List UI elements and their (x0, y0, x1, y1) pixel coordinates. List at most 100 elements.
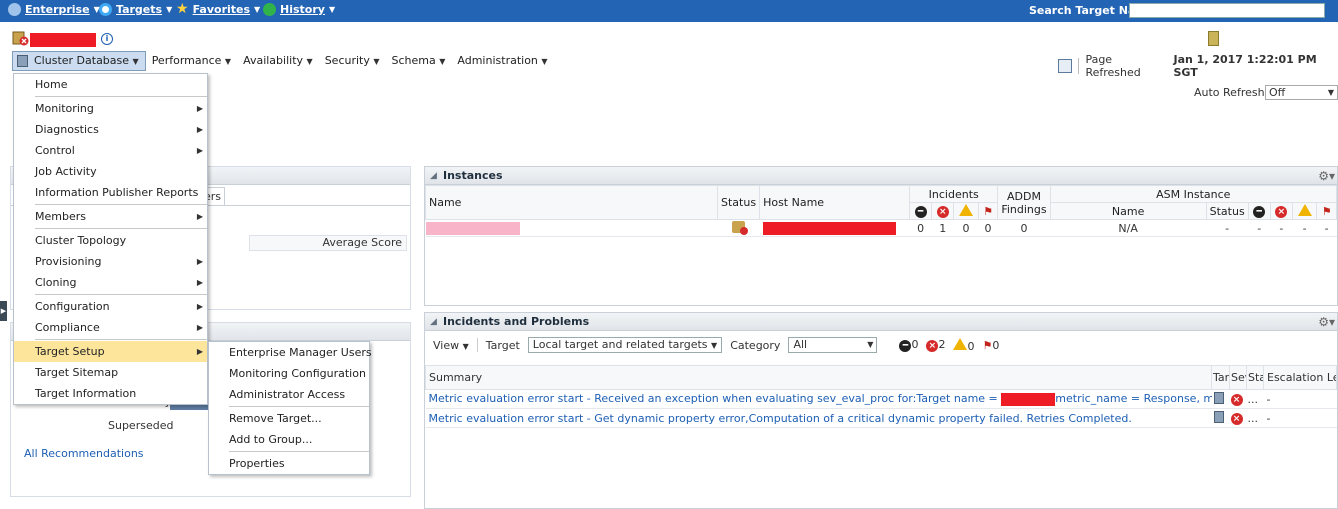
col-escalation-level[interactable]: Escalation Leve (1263, 365, 1337, 390)
chevron-down-icon: ▼ (541, 57, 548, 66)
col-inc-escalated[interactable]: ⚑ (977, 202, 999, 220)
warning-count[interactable]: 0 (953, 337, 974, 353)
menu-item-home[interactable]: Home (14, 74, 207, 95)
menu-cluster-database-label: Cluster Database (34, 54, 130, 67)
menu-item-target-information[interactable]: Target Information (14, 383, 207, 404)
summary-cell[interactable]: Metric evaluation error start - Get dyna… (425, 408, 1212, 428)
menu-item-members[interactable]: Members (14, 206, 207, 227)
col-asm-name[interactable]: Name (1049, 202, 1207, 220)
menu-item-job-activity[interactable]: Job Activity (14, 161, 207, 182)
divider (476, 338, 478, 352)
col-status[interactable]: Status (716, 185, 761, 220)
inc-critical-value[interactable]: 1 (931, 219, 954, 237)
category-filter-value: All (793, 338, 808, 351)
menu-item-information-publisher-reports[interactable]: Information Publisher Reports (14, 182, 207, 203)
col-asm-critical[interactable]: × (1269, 202, 1293, 220)
refresh-icon[interactable] (1058, 59, 1073, 73)
search-target-input[interactable] (1129, 3, 1325, 18)
col-asm-escalated[interactable]: ⚑ (1316, 202, 1337, 220)
collapse-triangle-icon[interactable]: ◢ (430, 167, 437, 185)
expand-left-arrow-icon[interactable]: ▶ (0, 301, 7, 321)
host-name-cell[interactable] (759, 219, 910, 237)
col-addm-findings[interactable]: ADDM Findings (997, 185, 1051, 220)
divider (35, 228, 207, 229)
instances-panel: ◢ Instances ⚙▾ Name Status Host Name Inc… (424, 166, 1338, 306)
view-menu[interactable]: View ▼ (433, 339, 469, 352)
col-asm-warning[interactable] (1291, 202, 1318, 220)
favorites-menu[interactable]: ★ Favorites ▼ (176, 1, 260, 17)
col-inc-critical[interactable]: × (931, 202, 955, 220)
menu-item-properties[interactable]: Properties (209, 453, 369, 474)
table-row[interactable]: Metric evaluation error start - Get dyna… (425, 408, 1337, 428)
info-icon[interactable]: i (101, 33, 113, 45)
auto-refresh-label: Auto Refresh (1194, 86, 1265, 99)
critical-count[interactable]: × 2 (926, 338, 945, 352)
menu-item-remove-target[interactable]: Remove Target... (209, 408, 369, 429)
menu-item-administrator-access[interactable]: Administrator Access (209, 384, 369, 405)
menu-item-configuration[interactable]: Configuration (14, 296, 207, 317)
fatal-count[interactable]: ━ 0 (899, 338, 918, 352)
menu-item-cloning[interactable]: Cloning (14, 272, 207, 293)
menu-item-monitoring[interactable]: Monitoring (14, 98, 207, 119)
menu-item-enterprise-manager-users[interactable]: Enterprise Manager Users (209, 342, 372, 363)
target-setup-submenu: Enterprise Manager Users Monitoring Conf… (208, 341, 372, 475)
menu-item-add-to-group[interactable]: Add to Group... (209, 429, 369, 450)
target-filter-value: Local target and related targets (532, 338, 708, 351)
menu-item-provisioning[interactable]: Provisioning (14, 251, 207, 272)
gear-icon[interactable]: ⚙▾ (1318, 313, 1335, 331)
col-inc-warning[interactable] (953, 202, 979, 220)
col-name[interactable]: Name (425, 185, 718, 220)
targets-menu[interactable]: Targets ▼ (99, 3, 172, 16)
menu-item-monitoring-configuration[interactable]: Monitoring Configuration (209, 363, 369, 384)
chevron-down-icon: ▼ (306, 57, 313, 66)
col-host-name[interactable]: Host Name (759, 185, 911, 220)
star-icon: ★ (176, 1, 189, 17)
col-status[interactable]: Sta (1246, 365, 1264, 390)
warning-icon (1297, 203, 1312, 216)
history-label: History (280, 3, 325, 16)
menu-administration[interactable]: Administration ▼ (451, 51, 553, 71)
col-asm-fatal[interactable]: ━ (1247, 202, 1271, 220)
collapse-triangle-icon[interactable]: ◢ (430, 313, 437, 331)
redacted-target-name (30, 33, 96, 47)
critical-icon: × (936, 206, 949, 218)
category-filter-select[interactable]: All ▼ (788, 337, 878, 353)
status-cell: ... (1246, 389, 1264, 409)
history-menu[interactable]: History ▼ (263, 3, 335, 16)
target-filter-select[interactable]: Local target and related targets ▼ (527, 337, 723, 353)
database-icon (1213, 410, 1224, 423)
menu-item-target-setup[interactable]: Target Setup (14, 341, 207, 362)
menu-schema[interactable]: Schema ▼ (386, 51, 452, 71)
menu-item-control[interactable]: Control (14, 140, 207, 161)
menu-item-target-sitemap[interactable]: Target Sitemap (14, 362, 207, 383)
table-row[interactable]: Metric evaluation error start - Received… (425, 389, 1337, 409)
critical-count-value: 2 (938, 338, 946, 351)
gear-icon[interactable]: ⚙▾ (1318, 167, 1335, 185)
menu-item-cluster-topology[interactable]: Cluster Topology (14, 230, 207, 251)
target-page-icon (1208, 31, 1219, 46)
col-inc-fatal[interactable]: ━ (909, 202, 933, 220)
enterprise-menu[interactable]: Enterprise ▼ (8, 3, 100, 16)
chevron-down-icon: ▼ (224, 57, 232, 66)
menu-item-compliance[interactable]: Compliance (14, 317, 207, 338)
fatal-count-value: 0 (911, 338, 919, 351)
summary-cell[interactable]: Metric evaluation error start - Received… (425, 389, 1212, 409)
col-summary[interactable]: Summary (425, 365, 1212, 390)
menu-performance[interactable]: Performance ▼ (146, 51, 237, 71)
instance-name-cell[interactable] (425, 219, 718, 237)
auto-refresh-select[interactable]: Off ▼ (1265, 85, 1338, 100)
col-target[interactable]: Tar (1211, 365, 1230, 390)
target-type-cell (1211, 408, 1230, 428)
menu-schema-label: Schema (391, 54, 436, 67)
escalated-count[interactable]: ⚑0 (982, 339, 999, 352)
page-refreshed-value: Jan 1, 2017 1:22:01 PM SGT (1173, 53, 1317, 79)
menu-item-diagnostics[interactable]: Diagnostics (14, 119, 207, 140)
menu-security[interactable]: Security ▼ (319, 51, 386, 71)
all-recommendations-link[interactable]: All Recommendations (24, 447, 144, 460)
menu-cluster-database[interactable]: Cluster Database ▼ (12, 51, 146, 71)
col-incidents: Incidents (909, 185, 999, 203)
col-asm-status[interactable]: Status (1205, 202, 1249, 220)
menu-availability[interactable]: Availability ▼ (237, 51, 319, 71)
col-severity[interactable]: Sev (1229, 365, 1247, 390)
chevron-down-icon: ▼ (328, 5, 336, 14)
